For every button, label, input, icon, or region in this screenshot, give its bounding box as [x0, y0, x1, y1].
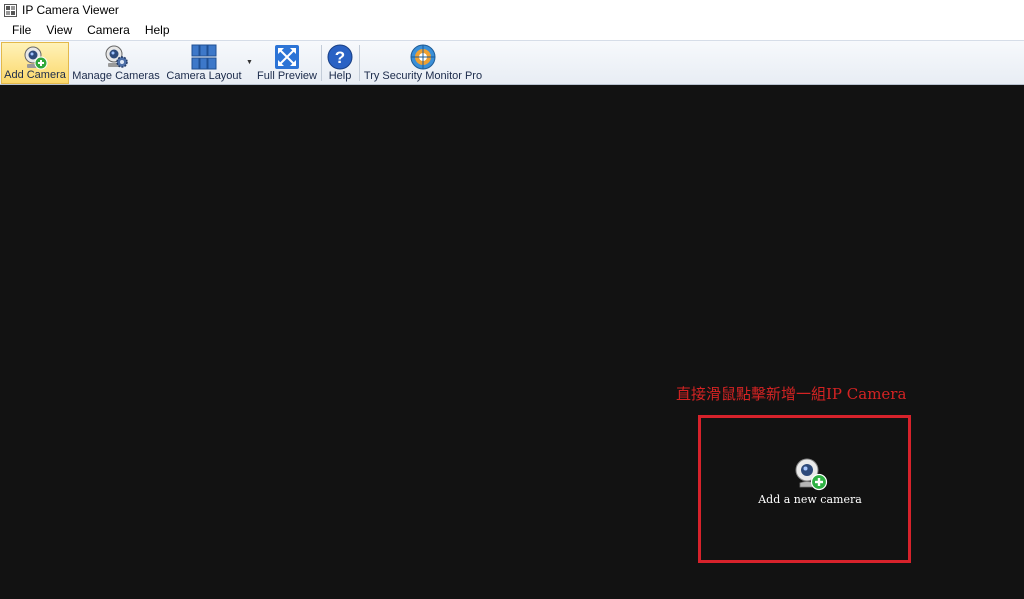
- help-icon: ?: [327, 44, 353, 70]
- full-preview-button[interactable]: Full Preview: [256, 42, 318, 84]
- svg-text:?: ?: [335, 48, 345, 67]
- manage-cameras-button[interactable]: Manage Cameras: [71, 42, 161, 84]
- annotation-text: 直接滑鼠點擊新增一組IP Camera: [676, 385, 907, 403]
- toolbar-separator: [359, 45, 360, 81]
- add-camera-button[interactable]: Add Camera: [1, 42, 69, 84]
- help-button[interactable]: ? Help: [324, 42, 356, 84]
- menu-bar: File View Camera Help: [0, 20, 1024, 40]
- title-bar: IP Camera Viewer: [0, 0, 1024, 20]
- layout-grid-icon: [191, 44, 217, 70]
- try-security-monitor-pro-button[interactable]: Try Security Monitor Pro: [362, 42, 484, 84]
- camera-layout-button[interactable]: Camera Layout: [164, 42, 244, 84]
- toolbar-separator: [321, 45, 322, 81]
- menu-help[interactable]: Help: [138, 23, 177, 37]
- menu-view[interactable]: View: [39, 23, 79, 37]
- help-label: Help: [328, 70, 352, 82]
- add-new-camera-slot[interactable]: Add a new camera: [748, 450, 872, 520]
- try-pro-label: Try Security Monitor Pro: [363, 70, 483, 82]
- security-monitor-pro-icon: [410, 44, 436, 70]
- full-preview-label: Full Preview: [257, 70, 317, 82]
- menu-camera[interactable]: Camera: [80, 23, 137, 37]
- app-icon: [4, 3, 17, 17]
- layout-dropdown-arrow-icon[interactable]: ▼: [246, 59, 253, 66]
- window-title: IP Camera Viewer: [22, 3, 119, 17]
- manage-cameras-label: Manage Cameras: [72, 70, 160, 82]
- add-camera-label: Add Camera: [4, 69, 66, 81]
- menu-file[interactable]: File: [5, 23, 38, 37]
- toolbar: Add Camera Manage Cameras Camera Layout …: [0, 40, 1024, 85]
- add-camera-icon: [24, 46, 48, 70]
- manage-cameras-icon: [105, 45, 128, 68]
- add-camera-icon: [795, 458, 828, 491]
- add-new-camera-label: Add a new camera: [758, 493, 862, 506]
- fullscreen-icon: [275, 45, 299, 69]
- camera-layout-label: Camera Layout: [166, 70, 242, 82]
